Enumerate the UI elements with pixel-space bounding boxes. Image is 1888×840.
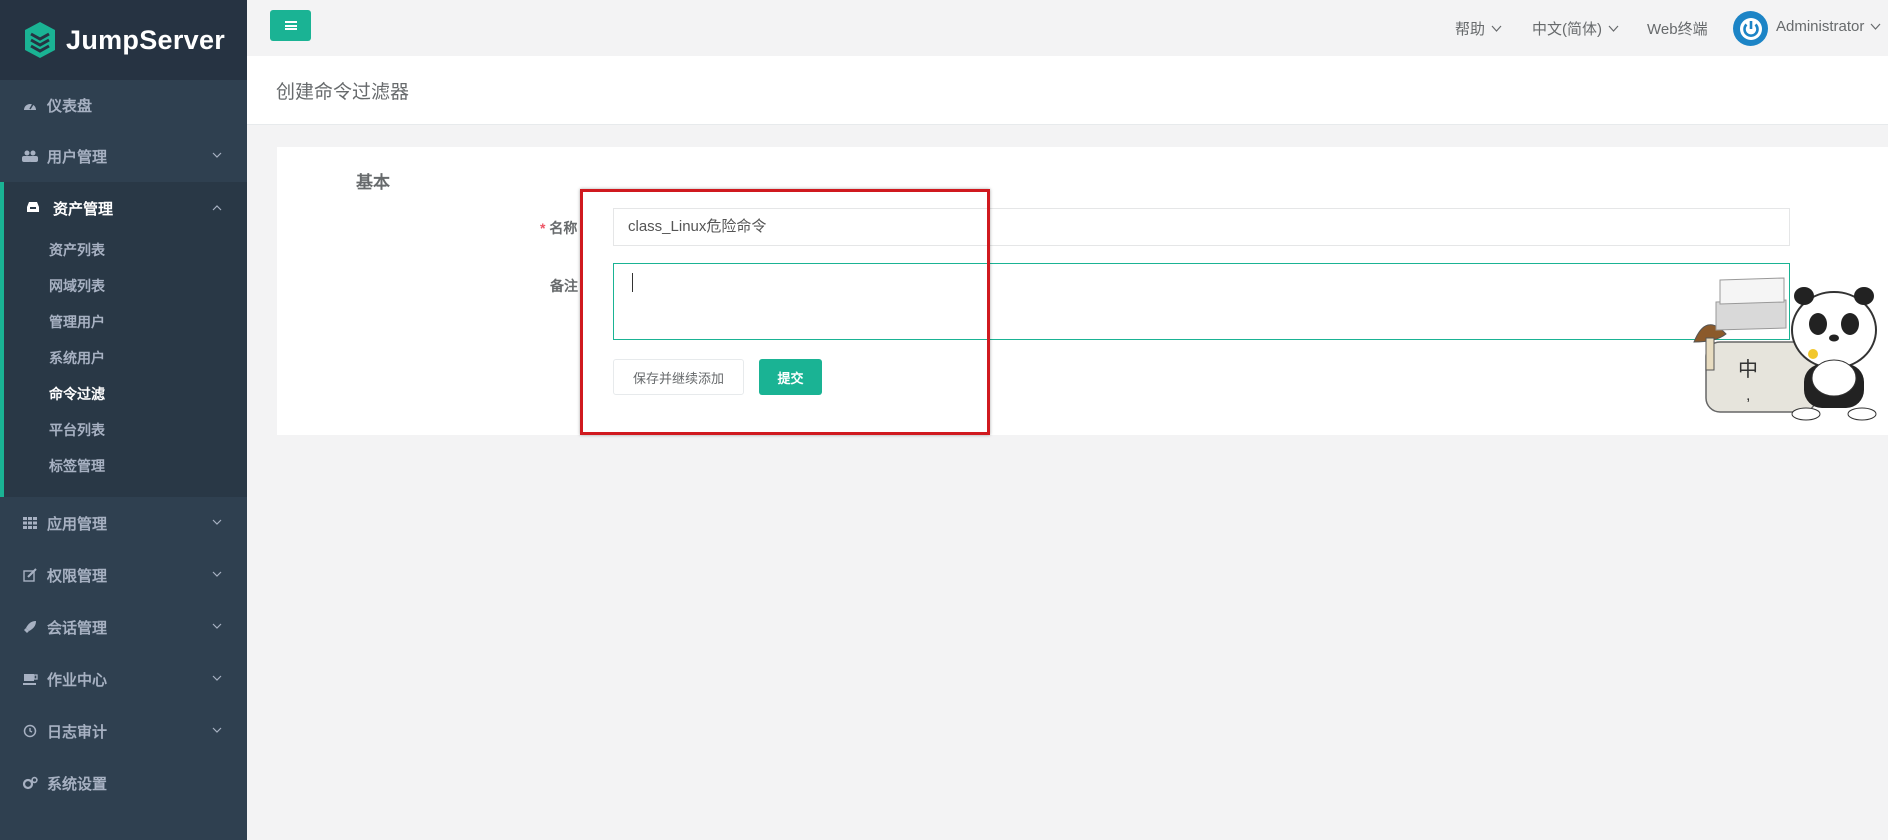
chevron-down-icon — [212, 675, 222, 681]
sidebar-item-label: 用户管理 — [47, 148, 108, 166]
name-input-value: class_Linux危险命令 — [628, 218, 767, 235]
sidebar-subitem-label-management[interactable]: 标签管理 — [49, 456, 105, 476]
text-cursor — [632, 273, 633, 292]
sidebar: JumpServer 仪表盘 用户管理 资产管理 资产列表 网域列表 管理用户 … — [0, 0, 247, 840]
sidebar-item-applications[interactable]: 应用管理 — [0, 497, 247, 549]
language-label: 中文(简体) — [1532, 21, 1602, 38]
sidebar-item-dashboard[interactable]: 仪表盘 — [0, 79, 247, 131]
sidebar-item-label: 权限管理 — [47, 567, 108, 585]
required-mark: * — [540, 220, 546, 236]
inbox-icon — [26, 201, 42, 215]
sidebar-item-label: 会话管理 — [47, 619, 108, 637]
sidebar-subitem-command-filter[interactable]: 命令过滤 — [49, 384, 105, 404]
help-menu[interactable]: 帮助 — [1455, 18, 1502, 39]
sidebar-item-label: 仪表盘 — [47, 97, 93, 115]
logo[interactable]: JumpServer — [0, 0, 247, 80]
chevron-down-icon — [212, 727, 222, 733]
dashboard-icon — [22, 98, 38, 112]
comment-label: 备注 — [550, 278, 578, 294]
sidebar-item-label: 应用管理 — [47, 515, 108, 533]
page-title: 创建命令过滤器 — [276, 82, 410, 103]
user-name: Administrator — [1776, 18, 1865, 35]
sidebar-item-sessions[interactable]: 会话管理 — [0, 601, 247, 653]
sidebar-item-assets[interactable]: 资产管理 — [0, 182, 247, 234]
save-and-continue-button[interactable]: 保存并继续添加 — [613, 359, 744, 395]
bear-mascot-sticker: 中 , — [1693, 277, 1877, 421]
chevron-down-icon — [1608, 25, 1619, 32]
users-icon — [22, 149, 38, 163]
svg-text:中: 中 — [1738, 358, 1758, 381]
chevron-down-icon — [212, 571, 222, 577]
sidebar-subitem-platform-list[interactable]: 平台列表 — [49, 420, 105, 440]
gears-icon — [22, 776, 38, 790]
help-label: 帮助 — [1455, 21, 1486, 38]
sidebar-item-label: 系统设置 — [47, 775, 108, 793]
sidebar-item-settings[interactable]: 系统设置 — [0, 757, 247, 809]
user-menu[interactable]: Administrator — [1776, 18, 1881, 35]
chevron-down-icon — [212, 519, 222, 525]
section-title: 基本 — [356, 173, 390, 192]
chevron-down-icon — [1491, 25, 1502, 32]
coffee-icon — [22, 672, 38, 686]
sidebar-item-audits[interactable]: 日志审计 — [0, 705, 247, 757]
sidebar-toggle-button[interactable] — [270, 10, 311, 41]
rocket-icon — [22, 620, 38, 634]
history-icon — [22, 724, 38, 738]
chevron-up-icon — [212, 205, 222, 211]
sidebar-subitem-domain-list[interactable]: 网域列表 — [49, 276, 105, 296]
name-label: * 名称 — [540, 218, 577, 238]
name-label-text: 名称 — [549, 220, 578, 236]
sidebar-subitem-asset-list[interactable]: 资产列表 — [49, 240, 105, 260]
comment-textarea[interactable] — [613, 263, 1790, 340]
sidebar-item-label: 作业中心 — [47, 671, 108, 689]
logo-text: JumpServer — [66, 24, 226, 55]
chevron-down-icon — [212, 152, 222, 158]
language-menu[interactable]: 中文(简体) — [1532, 18, 1619, 39]
jumpserver-logo-icon — [25, 22, 55, 58]
hamburger-icon — [284, 20, 297, 32]
sidebar-item-label: 日志审计 — [47, 723, 108, 741]
page-heading: 创建命令过滤器 — [247, 56, 1888, 125]
sidebar-item-users[interactable]: 用户管理 — [0, 130, 247, 182]
power-icon — [1739, 17, 1762, 40]
edit-icon — [22, 568, 38, 582]
svg-text:,: , — [1746, 387, 1750, 404]
name-input[interactable]: class_Linux危险命令 — [613, 208, 1790, 246]
submit-button[interactable]: 提交 — [759, 359, 822, 395]
sidebar-item-permissions[interactable]: 权限管理 — [0, 549, 247, 601]
grid-icon — [22, 516, 38, 530]
web-terminal-link[interactable]: Web终端 — [1647, 18, 1708, 39]
sidebar-item-label: 资产管理 — [53, 200, 114, 218]
web-terminal-label: Web终端 — [1647, 21, 1708, 38]
chevron-down-icon — [1870, 23, 1881, 30]
sidebar-item-jobs[interactable]: 作业中心 — [0, 653, 247, 705]
avatar[interactable] — [1733, 11, 1768, 46]
sidebar-subitem-admin-users[interactable]: 管理用户 — [49, 312, 105, 332]
top-navbar — [247, 0, 1888, 57]
sidebar-subitem-system-users[interactable]: 系统用户 — [49, 348, 105, 368]
chevron-down-icon — [212, 623, 222, 629]
